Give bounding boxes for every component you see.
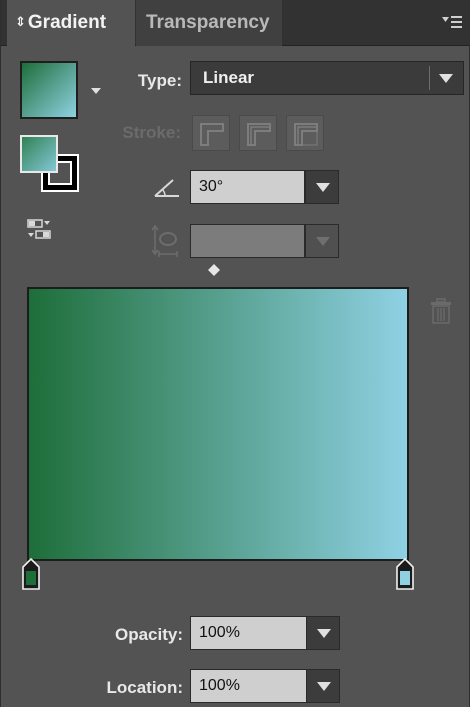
stroke-across-icon [294,123,318,146]
angle-dropdown-button[interactable] [305,170,339,204]
angle-input[interactable]: 30° [190,170,305,204]
aspect-ratio-combo [190,224,339,258]
opacity-dropdown-button[interactable] [306,616,340,650]
type-label: Type: [137,71,182,90]
gradient-panel: ⇕ Gradient Transparency Type: Linear Str… [0,0,470,707]
color-stop-left[interactable] [22,558,40,590]
chevron-down-icon [439,74,453,83]
gradient-midpoint-diamond[interactable] [208,264,220,276]
opacity-label: Opacity: [114,625,183,644]
chevron-down-icon[interactable] [91,88,101,94]
chevron-down-icon [316,183,330,192]
panel-tab-bar: ⇕ Gradient Transparency [1,0,470,46]
chevron-down-icon [317,682,331,691]
stroke-within-button[interactable] [192,115,230,151]
opacity-input[interactable]: 100% [190,616,307,650]
stroke-along-icon [247,123,271,146]
location-label: Location: [106,678,184,697]
fill-stroke-icon[interactable] [20,135,80,195]
aspect-ratio-icon [151,224,178,257]
tab-transparency[interactable]: Transparency [136,0,282,46]
stroke-along-button[interactable] [239,115,277,151]
angle-combo: 30° [190,170,339,204]
gradient-swatch[interactable] [20,61,78,119]
location-combo: 100% [190,669,340,703]
panel-menu-icon[interactable] [441,12,463,32]
location-input[interactable]: 100% [190,669,307,703]
type-select-separator [429,66,430,90]
tab-gradient[interactable]: ⇕ Gradient [7,0,135,46]
tab-gradient-label: Gradient [27,12,107,33]
chevron-down-icon [316,237,330,246]
gradient-preview-bar[interactable] [27,287,409,561]
type-select[interactable]: Linear [190,61,464,95]
type-select-value: Linear [203,68,255,87]
tab-collapse-arrows-icon: ⇕ [15,14,26,29]
aspect-ratio-input[interactable] [190,224,305,258]
color-stop-right[interactable] [396,558,414,590]
chevron-down-icon [317,629,331,638]
stroke-label: Stroke: [122,123,181,142]
stroke-across-button[interactable] [286,115,324,151]
reverse-gradient-icon[interactable] [27,218,51,240]
angle-icon [154,179,179,197]
opacity-combo: 100% [190,616,340,650]
location-dropdown-button[interactable] [306,669,340,703]
tab-transparency-label: Transparency [146,12,270,33]
stroke-within-icon [200,123,224,146]
aspect-ratio-dropdown-button[interactable] [305,224,339,258]
trash-icon[interactable] [430,298,452,324]
